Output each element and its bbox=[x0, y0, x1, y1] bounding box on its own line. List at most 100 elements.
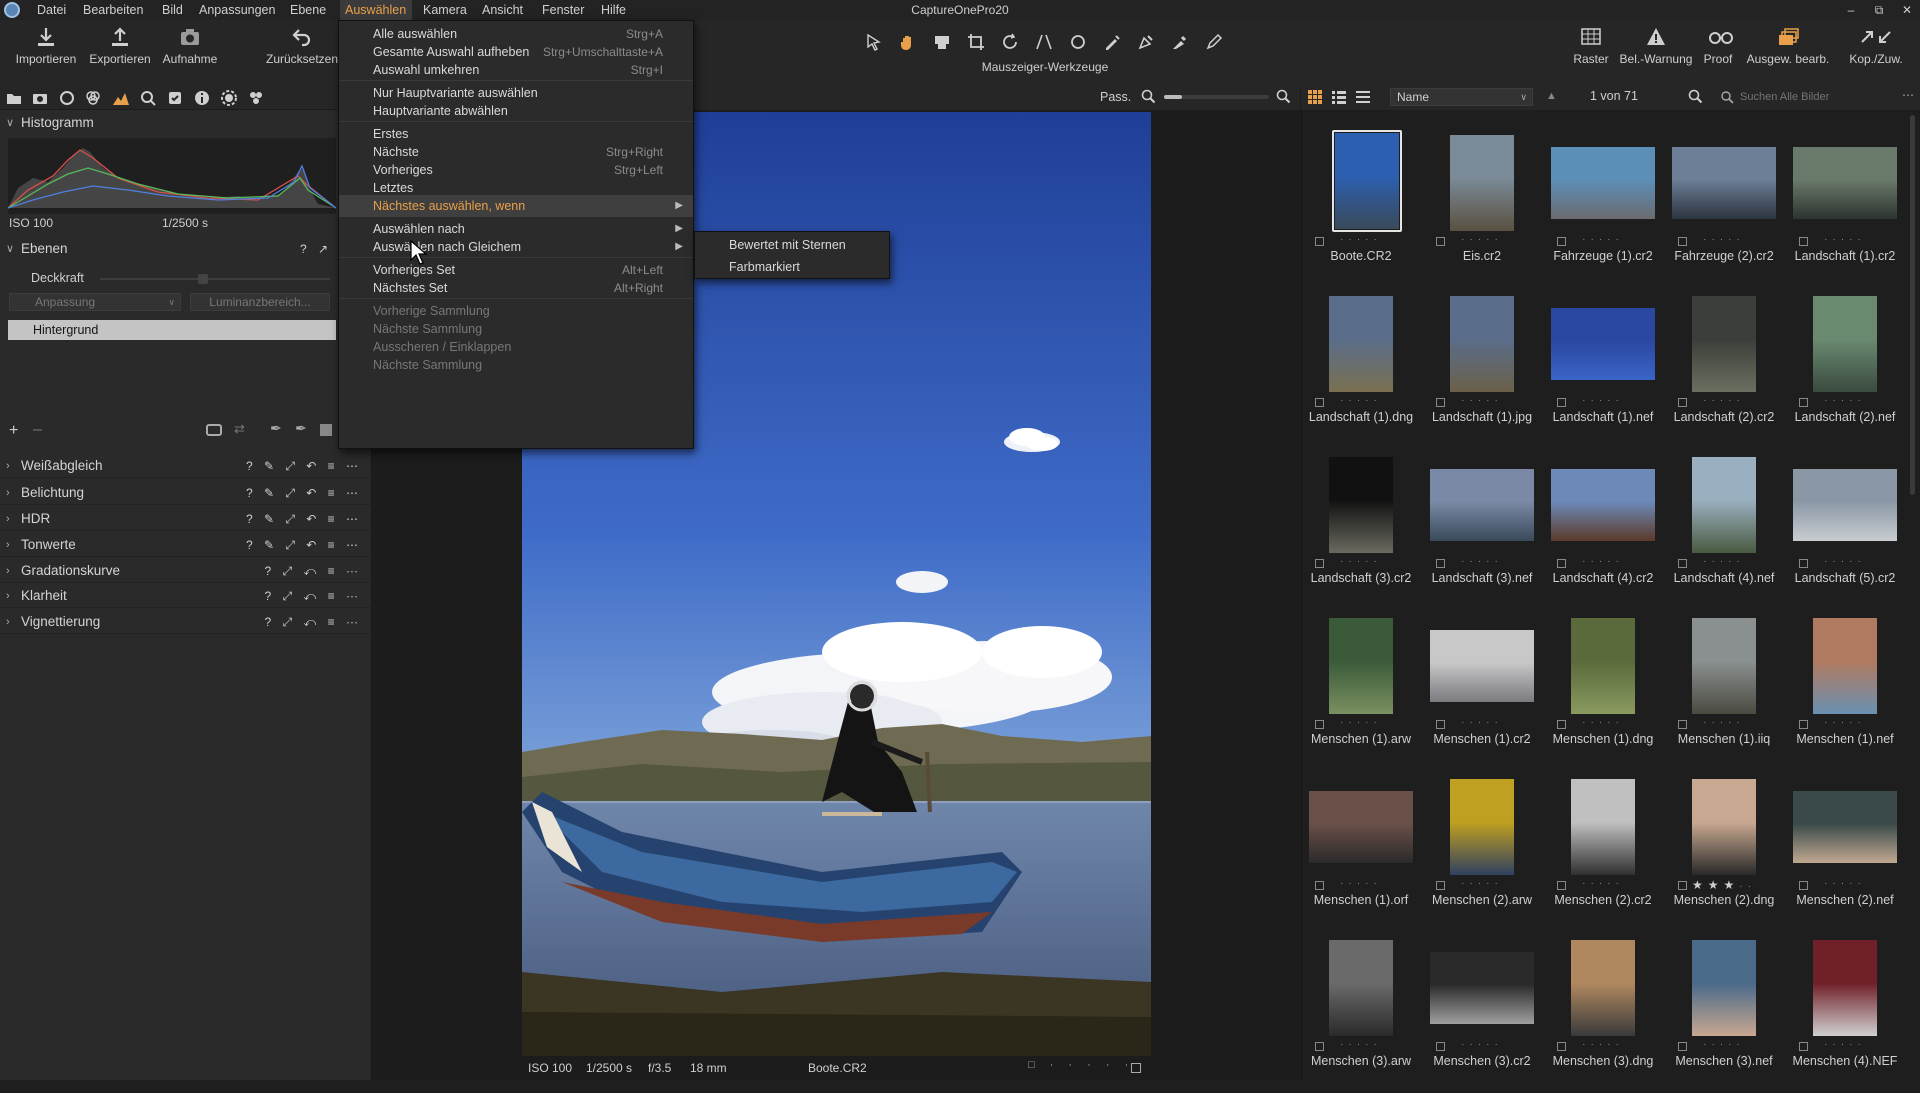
thumbnail-item[interactable]: ····· Menschen (2).cr2 bbox=[1543, 772, 1663, 932]
tab-library-icon[interactable] bbox=[5, 89, 23, 107]
thumbnail-item[interactable]: ····· Menschen (3).nef bbox=[1664, 933, 1784, 1093]
erase-icon[interactable]: ✒ bbox=[295, 420, 307, 437]
submenu-item-0[interactable]: Bewertet mit Sternen bbox=[695, 234, 889, 256]
thumbnail-frame[interactable] bbox=[1422, 450, 1542, 560]
brush-tool-icon[interactable] bbox=[1102, 32, 1122, 52]
thumbnail-item[interactable]: ····· Landschaft (3).cr2 bbox=[1301, 450, 1421, 610]
rotate-tool-icon[interactable] bbox=[1000, 32, 1020, 52]
thumbnail-rating[interactable]: ····· bbox=[1301, 878, 1421, 892]
thumbnail-rating[interactable]: ····· bbox=[1785, 234, 1905, 248]
thumbnail-item[interactable]: ····· Fahrzeuge (1).cr2 bbox=[1543, 128, 1663, 288]
thumbnail-rating[interactable]: ····· bbox=[1785, 717, 1905, 731]
menu-item-17[interactable]: Nächste Sammlung bbox=[339, 354, 693, 376]
hand-tool-icon[interactable] bbox=[898, 32, 918, 52]
tool-section-1[interactable]: › Belichtung ? ✎ ⤢ ↶ ≡ ⋯ bbox=[0, 481, 372, 505]
menu-item-9[interactable]: Nächstes auswählen, wenn ▶ bbox=[339, 195, 693, 217]
menu-datei[interactable]: Datei bbox=[32, 0, 71, 20]
tab-batch-icon[interactable] bbox=[247, 89, 265, 107]
section-tool-icons[interactable]: ? ⤢ ↶ ≡ ⋯ bbox=[265, 584, 362, 608]
select-checkbox[interactable] bbox=[1799, 1042, 1808, 1051]
select-checkbox[interactable] bbox=[1678, 1042, 1687, 1051]
tab-capture-icon[interactable] bbox=[31, 89, 49, 107]
zoom-in-icon[interactable] bbox=[1276, 89, 1292, 105]
thumbnail-frame[interactable] bbox=[1785, 289, 1905, 399]
select-checkbox[interactable] bbox=[1678, 398, 1687, 407]
menu-auswaehlen[interactable]: Auswählen bbox=[340, 0, 412, 20]
thumbnail-rating[interactable]: ····· bbox=[1422, 395, 1542, 409]
menu-fenster[interactable]: Fenster bbox=[537, 0, 589, 20]
thumbnail-rating[interactable]: ····· bbox=[1664, 717, 1784, 731]
menu-kamera[interactable]: Kamera bbox=[418, 0, 472, 20]
thumbnail-item[interactable]: ····· Eis.cr2 bbox=[1422, 128, 1542, 288]
tool-section-0[interactable]: › Weißabgleich ? ✎ ⤢ ↶ ≡ ⋯ bbox=[0, 454, 372, 478]
thumbnail-rating[interactable]: ····· bbox=[1785, 556, 1905, 570]
spot-tool-icon[interactable] bbox=[1068, 32, 1088, 52]
thumbnail-rating[interactable]: ····· bbox=[1543, 395, 1663, 409]
thumbnail-frame[interactable] bbox=[1664, 450, 1784, 560]
select-checkbox[interactable] bbox=[1436, 237, 1445, 246]
tab-adjustments-icon[interactable] bbox=[166, 89, 184, 107]
thumbnail-item[interactable]: ····· Menschen (1).dng bbox=[1543, 611, 1663, 771]
filter-search-icon[interactable] bbox=[1688, 89, 1704, 105]
select-checkbox[interactable] bbox=[1436, 559, 1445, 568]
annotate-tool-icon[interactable] bbox=[1204, 32, 1224, 52]
select-checkbox[interactable] bbox=[1436, 1042, 1445, 1051]
thumbnail-frame[interactable] bbox=[1301, 772, 1421, 882]
section-tool-icons[interactable]: ? ✎ ⤢ ↶ ≡ ⋯ bbox=[246, 507, 362, 531]
section-tool-icons[interactable]: ? ✎ ⤢ ↶ ≡ ⋯ bbox=[246, 533, 362, 557]
thumbnail-item[interactable]: ····· Landschaft (2).nef bbox=[1785, 289, 1905, 449]
layers-header[interactable]: ∨ Ebenen ? ↗ bbox=[0, 237, 372, 261]
thumbnail-item[interactable]: ····· Menschen (1).orf bbox=[1301, 772, 1421, 932]
select-checkbox[interactable] bbox=[1799, 720, 1808, 729]
thumbnail-item[interactable]: ····· Landschaft (2).cr2 bbox=[1664, 289, 1784, 449]
thumbnail-item[interactable]: ····· Menschen (4).NEF bbox=[1785, 933, 1905, 1093]
thumbnail-item[interactable]: ····· Fahrzeuge (2).cr2 bbox=[1664, 128, 1784, 288]
search-input[interactable] bbox=[1740, 88, 1900, 106]
thumbnail-frame[interactable] bbox=[1422, 611, 1542, 721]
copy-apply-button[interactable]: Kop./Zuw. bbox=[1836, 26, 1916, 66]
select-checkbox[interactable] bbox=[1436, 881, 1445, 890]
thumbnail-rating[interactable]: ····· bbox=[1543, 234, 1663, 248]
luminance-range-button[interactable]: Luminanzbereich... bbox=[190, 293, 330, 311]
thumbnail-frame[interactable] bbox=[1785, 128, 1905, 238]
thumbnail-frame[interactable] bbox=[1664, 611, 1784, 721]
picker-tool-icon[interactable] bbox=[1170, 32, 1190, 52]
fill-mask-icon[interactable] bbox=[320, 424, 332, 436]
browser-scrollbar[interactable] bbox=[1910, 115, 1915, 495]
thumbnail-item[interactable]: ····· Menschen (2).nef bbox=[1785, 772, 1905, 932]
select-checkbox[interactable] bbox=[1557, 398, 1566, 407]
tab-output-icon[interactable] bbox=[220, 89, 238, 107]
select-checkbox[interactable] bbox=[1315, 559, 1324, 568]
select-checkbox[interactable] bbox=[1315, 237, 1324, 246]
thumbnail-rating[interactable]: ····· bbox=[1543, 1039, 1663, 1053]
select-checkbox[interactable] bbox=[1678, 720, 1687, 729]
thumbnail-frame[interactable] bbox=[1785, 933, 1905, 1043]
thumbnail-frame[interactable] bbox=[1543, 772, 1663, 882]
section-tool-icons[interactable]: ? ✎ ⤢ ↶ ≡ ⋯ bbox=[246, 481, 362, 505]
thumbnail-frame[interactable] bbox=[1422, 772, 1542, 882]
thumbnail-rating[interactable]: ····· bbox=[1422, 234, 1542, 248]
menu-item-11[interactable]: Auswählen nach Gleichem ▶ bbox=[339, 236, 693, 258]
thumbnail-rating[interactable]: ····· bbox=[1301, 234, 1421, 248]
tab-color-icon[interactable] bbox=[84, 89, 102, 107]
thumbnail-frame[interactable] bbox=[1422, 289, 1542, 399]
fit-label[interactable]: Pass. bbox=[1100, 90, 1131, 104]
select-checkbox[interactable] bbox=[1315, 398, 1324, 407]
thumbnail-frame[interactable] bbox=[1664, 128, 1784, 238]
select-checkbox[interactable] bbox=[1678, 559, 1687, 568]
thumbnail-item[interactable]: ····· Menschen (3).cr2 bbox=[1422, 933, 1542, 1093]
tab-metadata-icon[interactable] bbox=[193, 89, 211, 107]
thumbnail-frame[interactable] bbox=[1301, 289, 1421, 399]
thumbnail-rating[interactable]: ····· bbox=[1543, 556, 1663, 570]
thumbnail-item[interactable]: ····· Landschaft (4).cr2 bbox=[1543, 450, 1663, 610]
sort-direction-icon[interactable]: ▲ bbox=[1546, 90, 1557, 102]
select-checkbox[interactable] bbox=[1436, 398, 1445, 407]
opacity-slider-handle[interactable] bbox=[198, 274, 208, 284]
thumbnail-item[interactable]: ····· Landschaft (1).cr2 bbox=[1785, 128, 1905, 288]
thumbnail-rating[interactable]: ····· bbox=[1785, 1039, 1905, 1053]
thumbnail-frame[interactable] bbox=[1543, 611, 1663, 721]
select-checkbox[interactable] bbox=[1315, 1042, 1324, 1051]
histogram-header[interactable]: ∨ Histogramm bbox=[0, 111, 372, 135]
select-checkbox[interactable] bbox=[1557, 237, 1566, 246]
thumbnail-frame[interactable] bbox=[1332, 130, 1402, 232]
